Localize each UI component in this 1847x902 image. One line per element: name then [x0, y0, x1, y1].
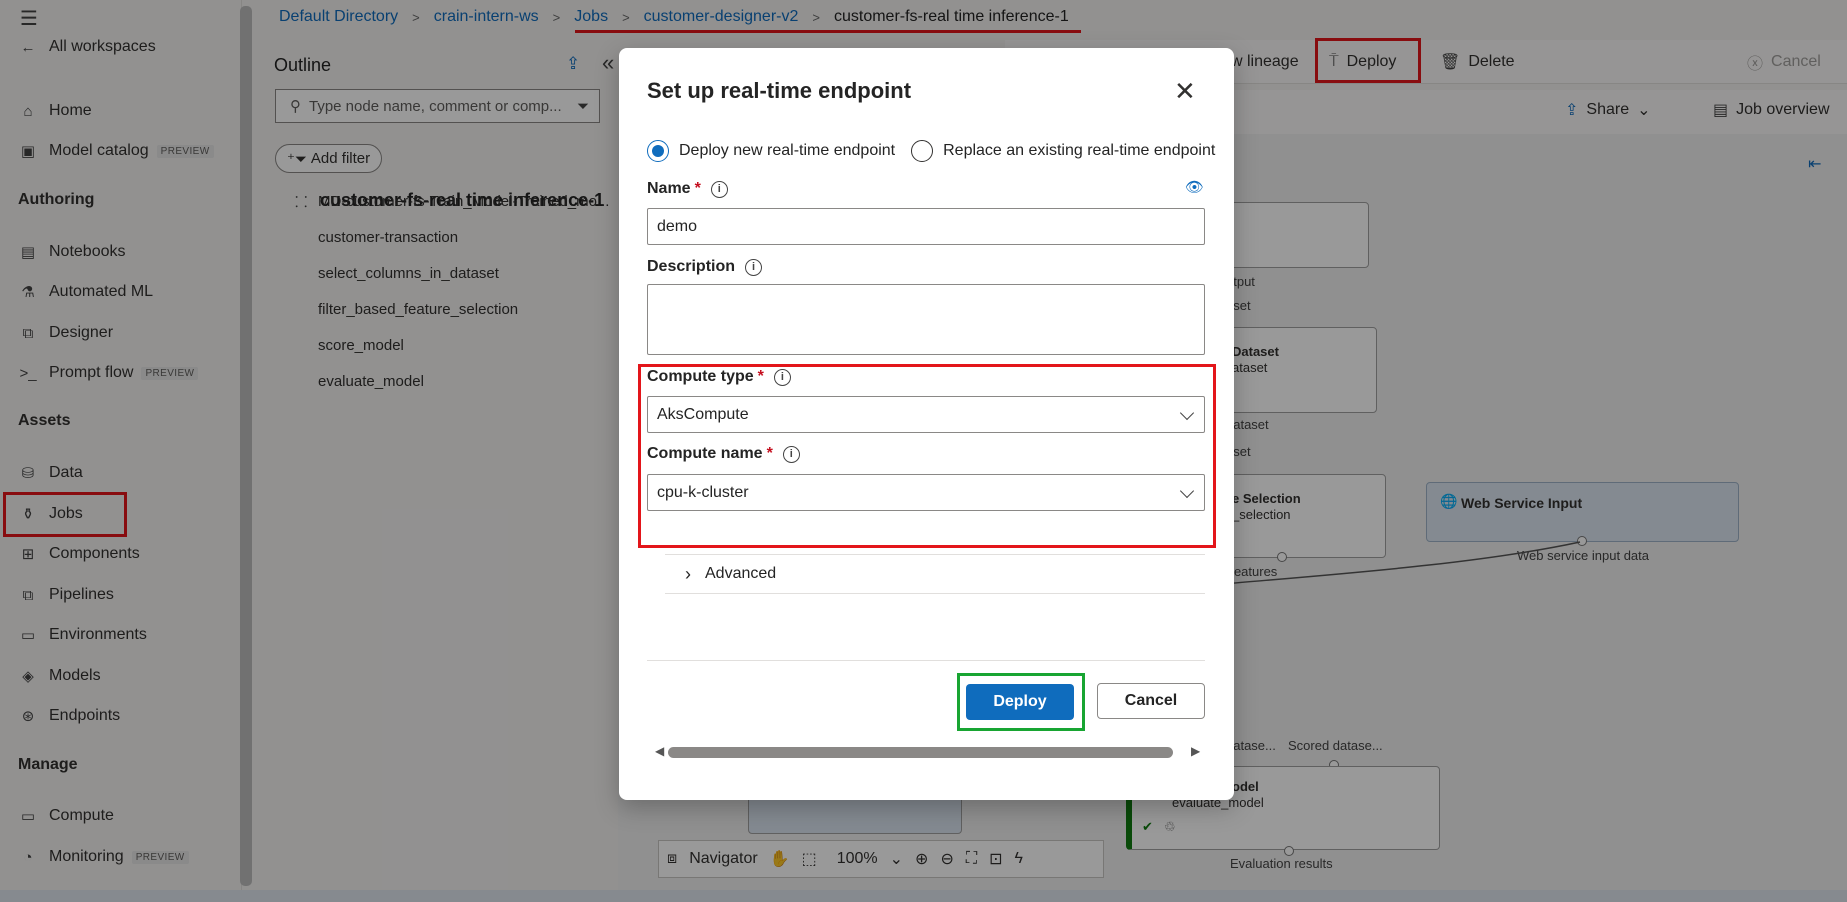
dialog-hscrollbar[interactable]	[668, 747, 1173, 758]
cancel-button[interactable]: Cancel	[1097, 683, 1205, 719]
radio-new-label[interactable]: Deploy new real-time endpoint	[679, 142, 895, 160]
info-icon[interactable]: i	[710, 180, 728, 198]
highlight-compute-settings	[638, 364, 1216, 548]
scroll-right-icon[interactable]: ▶	[1191, 744, 1200, 758]
close-icon[interactable]: ✕	[1174, 76, 1196, 107]
description-textarea[interactable]	[647, 284, 1205, 355]
chevron-right-icon: ›	[685, 563, 691, 584]
advanced-section[interactable]: › Advanced	[665, 554, 1205, 594]
deploy-option-group: Deploy new real-time endpoint Replace an…	[647, 140, 1215, 162]
radio-new-endpoint[interactable]	[647, 140, 669, 162]
dialog-title: Set up real-time endpoint	[647, 78, 912, 103]
name-label: Name * i	[647, 180, 728, 198]
footer-divider	[647, 660, 1205, 661]
radio-replace-label[interactable]: Replace an existing real-time endpoint	[943, 142, 1215, 160]
real-time-endpoint-dialog: Set up real-time endpoint ✕ Deploy new r…	[619, 48, 1234, 800]
name-input[interactable]: demo	[647, 208, 1205, 245]
radio-replace-endpoint[interactable]	[911, 140, 934, 162]
description-label: Description i	[647, 258, 763, 276]
eye-icon[interactable]: 👁	[1185, 178, 1204, 196]
highlight-deploy-button	[957, 673, 1085, 731]
scroll-left-icon[interactable]: ◀	[655, 744, 664, 758]
info-icon[interactable]: i	[745, 258, 763, 276]
